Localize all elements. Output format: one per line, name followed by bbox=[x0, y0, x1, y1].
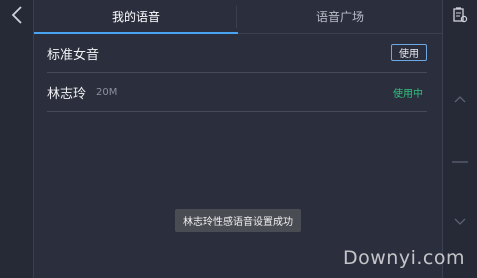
tab-divider bbox=[236, 6, 237, 28]
voice-row-standard-female[interactable]: 标准女音 使用 bbox=[47, 34, 427, 73]
dash-icon bbox=[452, 149, 468, 168]
voice-size: 20M bbox=[96, 86, 118, 98]
tab-my-voice[interactable]: 我的语音 bbox=[34, 0, 238, 34]
tab-voice-square[interactable]: 语音广场 bbox=[238, 0, 442, 33]
chevron-left-icon bbox=[11, 6, 23, 28]
scroll-down-button[interactable] bbox=[443, 210, 477, 230]
chevron-down-icon bbox=[454, 211, 466, 230]
back-button[interactable] bbox=[0, 0, 33, 34]
voice-row-lin-zhiling[interactable]: 林志玲 20M 使用中 bbox=[47, 73, 427, 112]
voice-title: 林志玲 bbox=[47, 86, 87, 102]
in-use-status: 使用中 bbox=[393, 88, 423, 100]
left-rail bbox=[0, 0, 34, 278]
voice-settings-button[interactable] bbox=[443, 0, 477, 34]
voice-title: 标准女音 bbox=[47, 47, 100, 63]
use-button[interactable]: 使用 bbox=[391, 44, 427, 61]
clipboard-settings-icon bbox=[452, 7, 468, 27]
watermark: Downyi.com bbox=[343, 247, 465, 269]
voice-list: 标准女音 使用 林志玲 20M 使用中 bbox=[47, 34, 427, 112]
chevron-up-icon bbox=[454, 88, 466, 107]
tab-bar: 我的语音 语音广场 bbox=[34, 0, 442, 34]
scroll-up-button[interactable] bbox=[443, 87, 477, 107]
scroll-divider bbox=[443, 148, 477, 168]
toast-message: 林志玲性感语音设置成功 bbox=[175, 209, 301, 232]
right-rail bbox=[442, 0, 477, 278]
